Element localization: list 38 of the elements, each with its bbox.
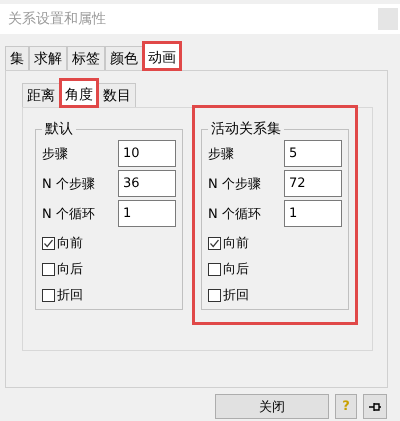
checkbox[interactable] (208, 288, 221, 302)
checkbox-label: 向前 (223, 235, 249, 252)
checkbox-label: 向后 (57, 261, 83, 278)
field-label: 步骤 (208, 146, 234, 162)
field-label: N 个循环 (208, 206, 261, 222)
field-label: N 个步骤 (42, 176, 95, 192)
tab[interactable]: 标签 (67, 46, 105, 70)
checkbox[interactable] (208, 262, 221, 276)
checkbox-label: 向前 (57, 235, 83, 252)
checkbox[interactable] (42, 236, 55, 250)
close-button[interactable]: 关闭 (215, 394, 329, 419)
field-label: N 个循环 (42, 206, 95, 222)
window-title: 关系设置和属性 (8, 10, 106, 28)
input-field[interactable]: 1 (284, 200, 342, 227)
input-field[interactable]: 10 (118, 140, 176, 167)
group-title: 活动关系集 (210, 120, 282, 138)
tab[interactable]: 颜色 (105, 46, 143, 70)
tab[interactable]: 距离 (22, 83, 60, 107)
group-title: 默认 (44, 120, 74, 138)
input-field[interactable]: 1 (118, 200, 176, 227)
tab[interactable]: 求解 (29, 46, 67, 70)
tab[interactable]: 数目 (98, 83, 136, 107)
checkbox[interactable] (42, 288, 55, 302)
checkbox-label: 折回 (223, 287, 249, 304)
field-label: N 个步骤 (208, 176, 261, 192)
pin-button[interactable] (363, 394, 387, 419)
tab[interactable]: 动画 (143, 42, 181, 70)
tab[interactable]: 集 (5, 46, 29, 70)
pin-icon (368, 400, 382, 412)
field-label: 步骤 (42, 146, 68, 162)
checkbox[interactable] (208, 236, 221, 250)
input-field[interactable]: 36 (118, 170, 176, 197)
tab[interactable]: 角度 (60, 79, 98, 107)
checkbox-label: 折回 (57, 287, 83, 304)
input-field[interactable]: 5 (284, 140, 342, 167)
checkbox[interactable] (42, 262, 55, 276)
input-field[interactable]: 72 (284, 170, 342, 197)
checkbox-label: 向后 (223, 261, 249, 278)
